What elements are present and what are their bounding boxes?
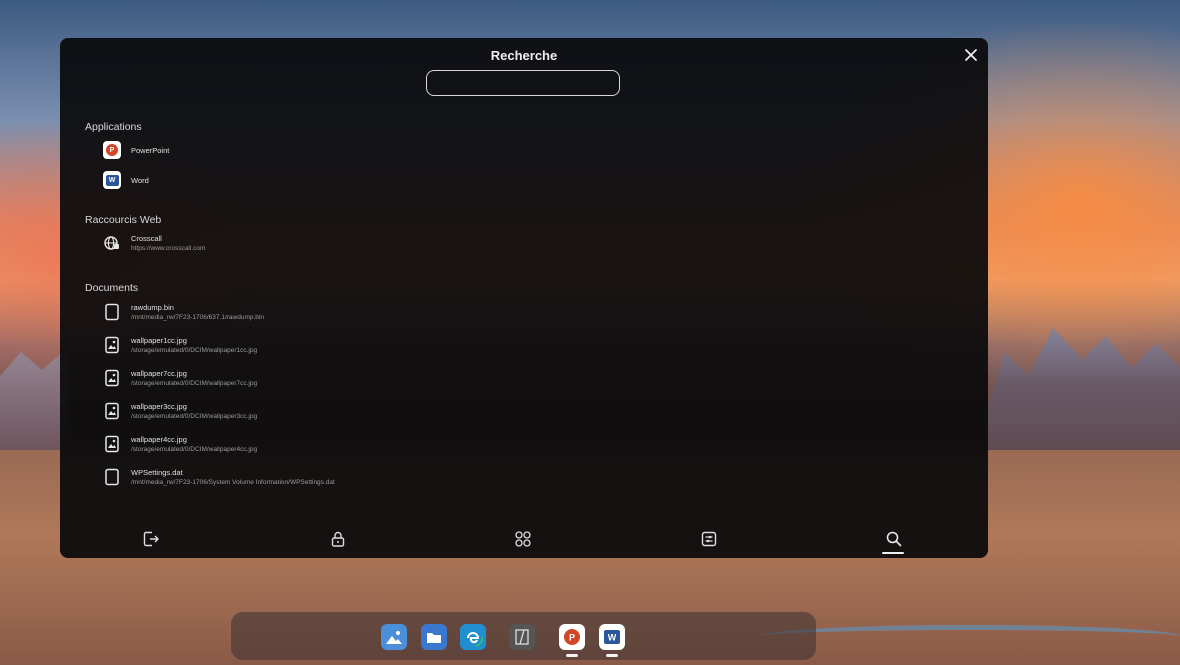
image-icon <box>103 369 121 387</box>
web-shortcut-crosscall[interactable]: Crosscall https://www.crosscall.com <box>103 234 205 252</box>
tab-lock[interactable] <box>326 528 350 550</box>
globe-icon <box>103 234 121 252</box>
powerpoint-icon: P <box>564 629 580 645</box>
document-item[interactable]: wallpaper4cc.jpg /storage/emulated/0/DCI… <box>103 435 257 453</box>
word-icon: W <box>604 630 620 644</box>
powerpoint-icon: P <box>103 141 121 159</box>
close-button[interactable] <box>962 46 980 64</box>
file-icon <box>103 468 121 486</box>
app-item-word[interactable]: W Word <box>103 171 149 189</box>
active-tab-indicator <box>882 552 904 554</box>
exit-icon <box>143 531 159 547</box>
tab-settings[interactable] <box>697 528 721 550</box>
image-icon <box>103 336 121 354</box>
section-title-applications: Applications <box>85 121 142 133</box>
tab-search[interactable] <box>882 528 906 550</box>
document-name: wallpaper4cc.jpg <box>131 435 187 444</box>
search-input[interactable] <box>426 70 620 96</box>
dock-files[interactable] <box>421 624 447 650</box>
document-path: /mnt/media_rw/7F23-1706/637.1/rawdump.bi… <box>131 314 264 321</box>
dock: P W <box>231 612 816 660</box>
document-path: /mnt/media_rw/7F23-1706/System Volume In… <box>131 479 335 486</box>
web-shortcut-label: Crosscall <box>131 234 162 243</box>
close-icon <box>965 49 977 61</box>
dock-gallery[interactable] <box>381 624 407 650</box>
dock-mirror[interactable] <box>509 624 535 650</box>
dock-powerpoint[interactable]: P <box>559 624 585 650</box>
section-title-documents: Documents <box>85 282 139 294</box>
document-name: WPSettings.dat <box>131 468 183 477</box>
document-path: /storage/emulated/0/DCIM/wallpaper1cc.jp… <box>131 347 258 354</box>
settings-panel-icon <box>701 531 717 547</box>
section-title-web: Raccourcis Web <box>85 214 162 226</box>
svg-text:W: W <box>608 633 617 643</box>
app-item-label: Word <box>131 175 149 185</box>
app-item-label: PowerPoint <box>131 145 170 155</box>
dock-word[interactable]: W <box>599 624 625 650</box>
document-name: rawdump.bin <box>131 303 174 312</box>
web-shortcut-url: https://www.crosscall.com <box>131 245 206 252</box>
document-name: wallpaper7cc.jpg <box>131 369 187 378</box>
document-name: wallpaper3cc.jpg <box>131 402 187 411</box>
edge-icon <box>462 626 484 648</box>
document-item[interactable]: wallpaper3cc.jpg /storage/emulated/0/DCI… <box>103 402 257 420</box>
document-path: /storage/emulated/0/DCIM/wallpaper7cc.jp… <box>131 380 258 387</box>
svg-text:P: P <box>569 633 575 643</box>
document-item[interactable]: wallpaper7cc.jpg /storage/emulated/0/DCI… <box>103 369 257 387</box>
running-indicator <box>606 654 618 657</box>
lock-icon <box>331 531 345 547</box>
gallery-icon <box>384 627 404 647</box>
image-icon <box>103 435 121 453</box>
tab-apps[interactable] <box>511 528 535 550</box>
dock-edge[interactable] <box>460 624 486 650</box>
file-icon <box>103 303 121 321</box>
panel-title: Recherche <box>490 48 558 63</box>
document-path: /storage/emulated/0/DCIM/wallpaper3cc.jp… <box>131 413 258 420</box>
running-indicator <box>566 654 578 657</box>
search-panel: Recherche Applications P PowerPoint W Wo… <box>60 38 988 558</box>
mirror-icon <box>512 627 532 647</box>
folder-icon <box>424 627 444 647</box>
search-icon <box>886 531 902 547</box>
document-item[interactable]: wallpaper1cc.jpg /storage/emulated/0/DCI… <box>103 336 257 354</box>
image-icon <box>103 402 121 420</box>
app-item-powerpoint[interactable]: P PowerPoint <box>103 141 169 159</box>
document-name: wallpaper1cc.jpg <box>131 336 187 345</box>
tab-exit[interactable] <box>139 528 163 550</box>
wallpaper-river <box>760 625 1180 648</box>
word-icon: W <box>103 171 121 189</box>
document-path: /storage/emulated/0/DCIM/wallpaper4cc.jp… <box>131 446 258 453</box>
apps-grid-icon <box>515 531 531 547</box>
document-item[interactable]: rawdump.bin /mnt/media_rw/7F23-1706/637.… <box>103 303 264 321</box>
document-item[interactable]: WPSettings.dat /mnt/media_rw/7F23-1706/S… <box>103 468 335 486</box>
